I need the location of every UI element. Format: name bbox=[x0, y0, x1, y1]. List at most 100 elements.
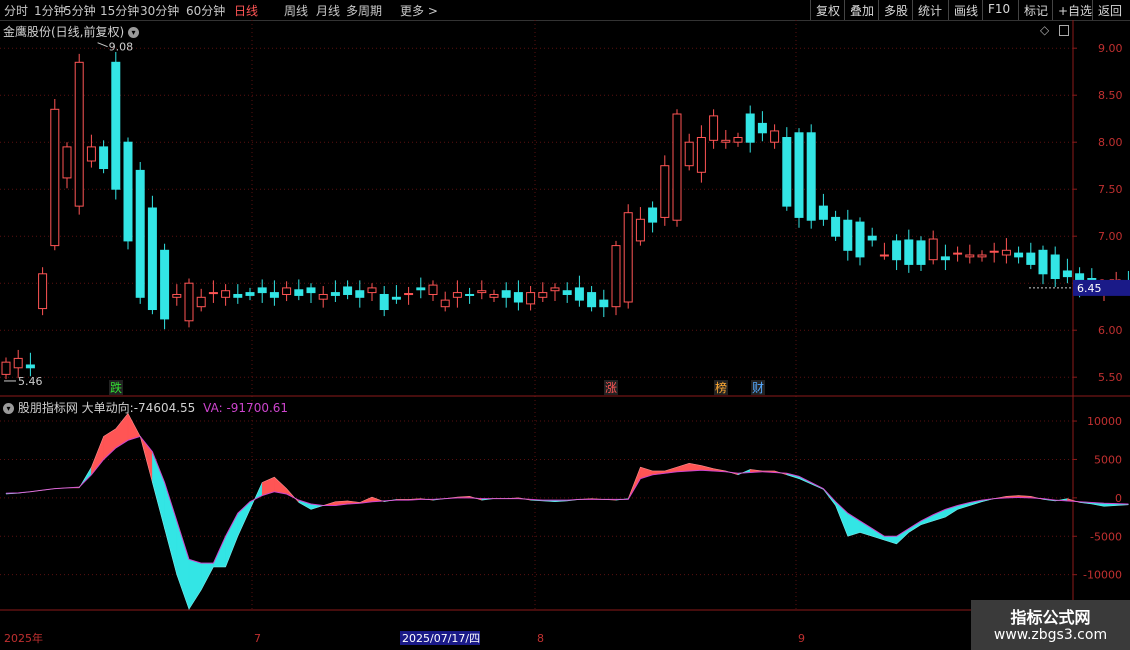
candle-body bbox=[904, 239, 914, 265]
candle-body bbox=[1014, 252, 1024, 258]
chevron-down-icon[interactable]: ▾ bbox=[3, 403, 14, 414]
period-tab-2[interactable]: 5分钟 bbox=[64, 2, 96, 19]
candle-body bbox=[635, 218, 645, 242]
price-tick-label: 7.50 bbox=[1098, 183, 1123, 196]
candle-body bbox=[135, 169, 145, 298]
candle-body bbox=[806, 132, 816, 221]
big-order-line bbox=[5, 412, 1129, 610]
indicator-area-segment bbox=[188, 558, 202, 611]
candle-body bbox=[1026, 252, 1036, 265]
candle-body bbox=[1062, 270, 1072, 278]
candle-body bbox=[709, 115, 719, 141]
period-tab-6[interactable]: 日线 bbox=[234, 2, 258, 19]
candle-body bbox=[38, 273, 48, 310]
toolbar-button-0[interactable]: 复权 bbox=[810, 0, 844, 20]
toolbar-button-3[interactable]: 统计 bbox=[912, 0, 948, 20]
period-tab-4[interactable]: 30分钟 bbox=[140, 2, 179, 19]
period-tab-7[interactable]: 周线 bbox=[284, 2, 308, 19]
indicator-area-segment bbox=[884, 536, 897, 545]
candle-body bbox=[184, 282, 194, 322]
candle-body bbox=[721, 139, 731, 143]
period-tab-8[interactable]: 月线 bbox=[316, 2, 340, 19]
toolbar-button-5[interactable]: F10 bbox=[982, 0, 1018, 20]
candle-body bbox=[1, 361, 11, 375]
date-axis-label: 7 bbox=[254, 632, 261, 645]
price-tick-label: 6.00 bbox=[1098, 324, 1123, 337]
candle-body bbox=[282, 287, 292, 295]
candle-body bbox=[843, 219, 853, 251]
candle-body bbox=[62, 146, 72, 179]
diamond-icon[interactable]: ◇ bbox=[1040, 23, 1049, 37]
event-tag: 涨 bbox=[605, 380, 617, 395]
candle-body bbox=[672, 113, 682, 221]
price-tick-label: 8.50 bbox=[1098, 89, 1123, 102]
candle-body bbox=[855, 221, 865, 258]
toolbar-button-7[interactable]: +自选 bbox=[1052, 0, 1092, 20]
big-order-label: 大单动向: bbox=[81, 401, 134, 415]
indicator-tick-label: -10000 bbox=[1083, 569, 1122, 582]
toolbar-button-4[interactable]: 画线 bbox=[948, 0, 982, 20]
candle-body bbox=[562, 290, 572, 295]
candle-body bbox=[684, 141, 694, 167]
period-tab-3[interactable]: 15分钟 bbox=[100, 2, 139, 19]
candle-body bbox=[111, 61, 121, 190]
candle-body bbox=[452, 292, 462, 298]
candle-body bbox=[416, 287, 426, 291]
indicator-tick-label: 5000 bbox=[1094, 453, 1122, 466]
date-axis-label: 9 bbox=[798, 632, 805, 645]
indicator-area-segment bbox=[91, 436, 104, 476]
indicator-area-segment bbox=[274, 476, 287, 495]
period-tab-5[interactable]: 60分钟 bbox=[186, 2, 225, 19]
candle-body bbox=[50, 108, 60, 247]
candle-body bbox=[123, 141, 133, 242]
candle-body bbox=[599, 299, 609, 308]
candle-body bbox=[306, 287, 316, 294]
candle-body bbox=[477, 290, 487, 294]
high-marker-arrow bbox=[97, 42, 108, 48]
period-tab-1[interactable]: 1分钟 bbox=[34, 2, 66, 19]
candle-body bbox=[367, 287, 377, 294]
indicator-area-segment bbox=[115, 412, 129, 449]
date-axis-label: 2025年 bbox=[4, 631, 43, 645]
candle-body bbox=[648, 207, 658, 223]
high-marker-label: 9.08 bbox=[109, 41, 134, 54]
indicator-area-segment bbox=[103, 428, 117, 461]
candle-body bbox=[318, 293, 328, 300]
stock-chart[interactable]: 9.008.508.007.507.006.506.005.5010000500… bbox=[0, 20, 1130, 650]
price-tick-label: 7.00 bbox=[1098, 230, 1123, 243]
toolbar-button-8[interactable]: 返回 bbox=[1092, 0, 1130, 20]
chevron-down-icon[interactable]: ▾ bbox=[128, 27, 140, 38]
watermark: 指标公式网 www.zbgs3.com bbox=[971, 600, 1130, 650]
watermark-title: 指标公式网 bbox=[1010, 608, 1091, 627]
price-tick-label: 9.00 bbox=[1098, 42, 1123, 55]
price-tick-label: 8.00 bbox=[1098, 136, 1123, 149]
indicator-area-segment bbox=[176, 520, 190, 610]
candle-body bbox=[989, 250, 999, 253]
period-tab-9[interactable]: 多周期 bbox=[346, 2, 382, 19]
period-tab-0[interactable]: 分时 bbox=[4, 2, 28, 19]
window-box-icon[interactable] bbox=[1059, 25, 1070, 36]
candle-body bbox=[623, 212, 633, 303]
candle-body bbox=[928, 238, 938, 261]
period-tab-10[interactable]: 更多 > bbox=[400, 2, 438, 19]
candle-body bbox=[696, 137, 706, 173]
candle-body bbox=[13, 357, 23, 369]
candle-body bbox=[233, 293, 243, 298]
watermark-url: www.zbgs3.com bbox=[993, 627, 1108, 643]
date-axis-label: 8 bbox=[537, 632, 544, 645]
low-marker-label: 5.46 bbox=[18, 375, 43, 388]
candle-body bbox=[343, 286, 353, 295]
candle-body bbox=[879, 254, 889, 257]
event-tag: 财 bbox=[752, 381, 764, 395]
candle-body bbox=[355, 290, 365, 298]
toolbar-button-2[interactable]: 多股 bbox=[878, 0, 912, 20]
candle-body bbox=[489, 293, 499, 298]
candle-body bbox=[1050, 254, 1060, 279]
candle-body bbox=[513, 292, 523, 303]
toolbar-button-6[interactable]: 标记 bbox=[1018, 0, 1052, 20]
price-tick-label: 5.50 bbox=[1098, 371, 1123, 384]
toolbar-button-1[interactable]: 叠加 bbox=[844, 0, 878, 20]
candle-body bbox=[1038, 249, 1048, 275]
candle-body bbox=[379, 293, 389, 311]
indicator-area-segment bbox=[298, 499, 312, 510]
